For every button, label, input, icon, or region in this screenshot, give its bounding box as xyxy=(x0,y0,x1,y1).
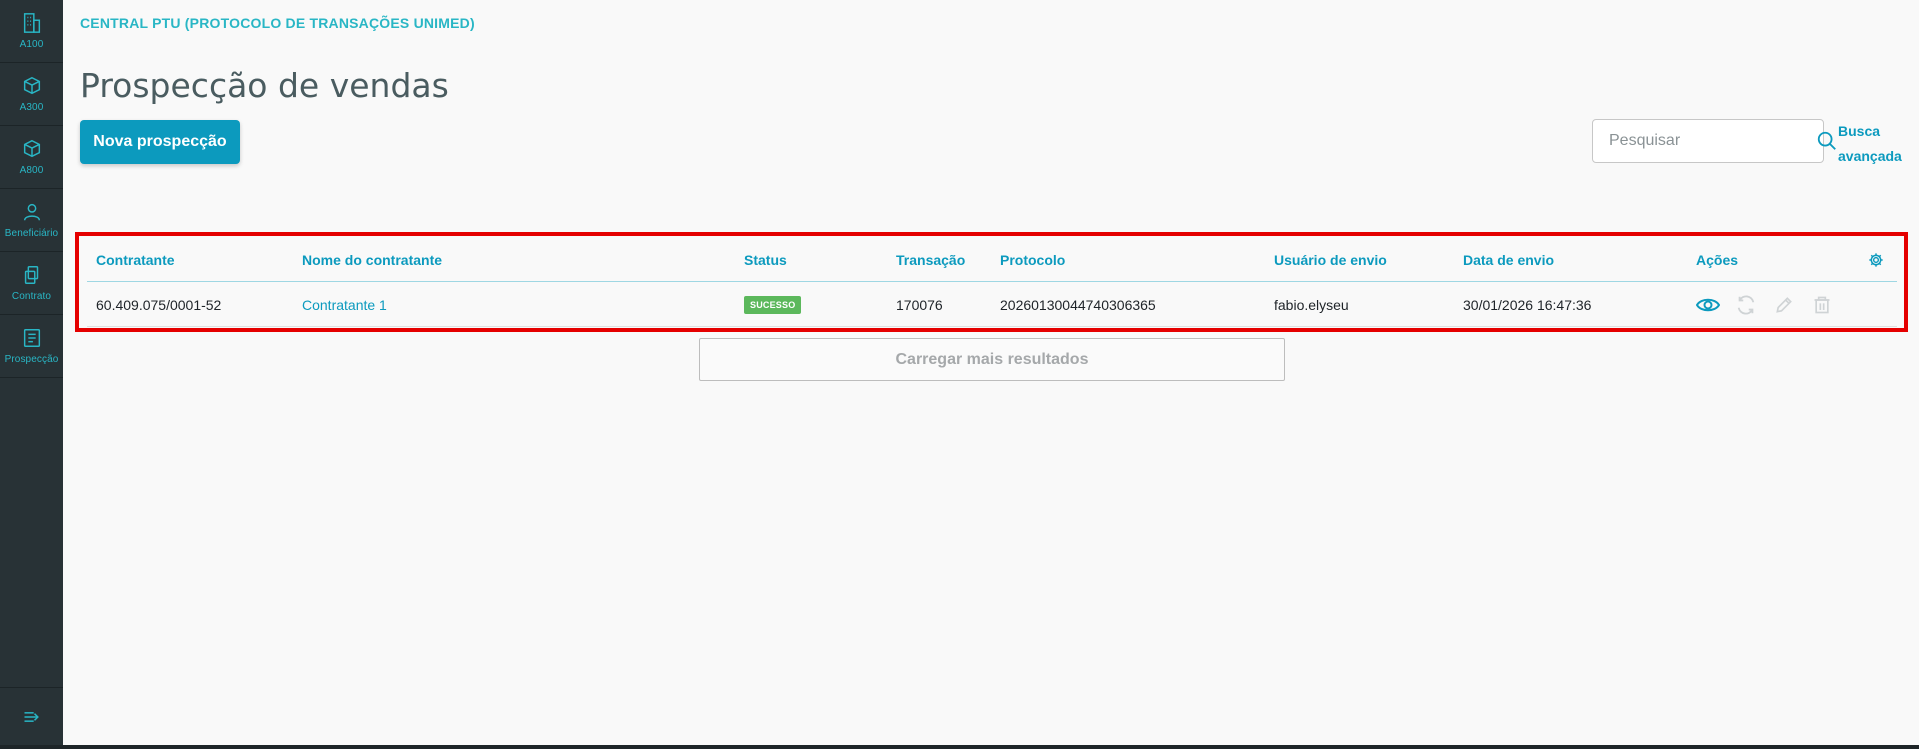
cell-data: 30/01/2026 16:47:36 xyxy=(1463,296,1592,313)
cell-status: SUCESSO xyxy=(744,282,802,327)
cell-protocolo: 20260130044740306365 xyxy=(1000,296,1156,313)
delete-icon[interactable] xyxy=(1810,293,1834,317)
load-more-button[interactable]: Carregar mais resultados xyxy=(699,338,1285,381)
column-header-usuario[interactable]: Usuário de envio xyxy=(1274,237,1387,282)
sidebar-item-prospeccao[interactable]: Prospecção xyxy=(0,315,63,378)
view-icon[interactable] xyxy=(1696,293,1720,317)
new-prospection-button[interactable]: Nova prospecção xyxy=(80,120,240,164)
sidebar-item-beneficiario[interactable]: Beneficiário xyxy=(0,189,63,252)
cube-icon xyxy=(23,76,40,95)
table-header-row: Contratante Nome do contratante Status T… xyxy=(87,237,1897,282)
sidebar-toggle[interactable] xyxy=(0,687,63,745)
column-header-transacao[interactable]: Transação xyxy=(896,237,965,282)
sidebar-item-label: Contrato xyxy=(11,291,52,302)
column-header-nome[interactable]: Nome do contratante xyxy=(302,237,442,282)
column-header-acoes: Ações xyxy=(1696,251,1739,268)
search-icon[interactable] xyxy=(1816,130,1838,152)
sidebar-item-label: Beneficiário xyxy=(4,228,59,239)
menu-expand-icon xyxy=(24,711,39,722)
sidebar-item-a300[interactable]: A300 xyxy=(0,63,63,126)
search-box xyxy=(1592,119,1836,163)
building-icon xyxy=(23,13,40,33)
sidebar-item-a100[interactable]: A100 xyxy=(0,0,63,63)
edit-icon[interactable] xyxy=(1772,293,1796,317)
sidebar-item-label: A300 xyxy=(19,102,44,113)
user-icon xyxy=(23,203,40,221)
status-badge: SUCESSO xyxy=(744,295,802,314)
settings-icon[interactable] xyxy=(1868,237,1884,282)
cell-usuario: fabio.elyseu xyxy=(1274,296,1349,313)
documents-icon xyxy=(24,266,38,284)
column-header-data[interactable]: Data de envio xyxy=(1463,237,1554,282)
sidebar-item-contrato[interactable]: Contrato xyxy=(0,252,63,315)
resend-icon[interactable] xyxy=(1734,293,1758,317)
column-header-protocolo[interactable]: Protocolo xyxy=(1000,237,1065,282)
cell-transacao: 170076 xyxy=(896,296,943,313)
search-input[interactable] xyxy=(1609,132,1816,150)
cell-contratante: 60.409.075/0001-52 xyxy=(96,296,222,313)
sidebar: A100 A300 A800 Beneficiário Contrato Pro… xyxy=(0,0,63,745)
prospection-table: Contratante Nome do contratante Status T… xyxy=(87,237,1897,327)
advanced-search-line1: Busca xyxy=(1838,123,1881,139)
table-row: 60.409.075/0001-52 Contratante 1 SUCESSO… xyxy=(87,282,1897,327)
cube-icon xyxy=(23,139,40,158)
sidebar-item-label: A800 xyxy=(19,165,44,176)
sidebar-item-a800[interactable]: A800 xyxy=(0,126,63,189)
sidebar-item-label: A100 xyxy=(19,39,44,50)
clipboard-icon xyxy=(23,329,40,347)
column-header-status[interactable]: Status xyxy=(744,237,787,282)
page-title: Prospecção de vendas xyxy=(80,66,449,105)
advanced-search-link[interactable]: Busca avançada xyxy=(1838,119,1908,169)
column-header-contratante[interactable]: Contratante xyxy=(96,237,175,282)
advanced-search-line2: avançada xyxy=(1838,148,1902,164)
breadcrumb[interactable]: CENTRAL PTU (PROTOCOLO DE TRANSAÇÕES UNI… xyxy=(80,15,475,31)
bottom-strip xyxy=(0,745,1919,749)
cell-nome-link[interactable]: Contratante 1 xyxy=(302,282,387,327)
cell-actions xyxy=(1696,282,1834,327)
sidebar-item-label: Prospecção xyxy=(4,354,59,365)
